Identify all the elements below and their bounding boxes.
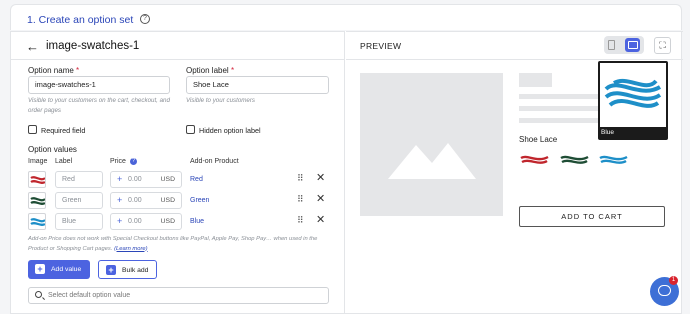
value-label-input[interactable]: Green <box>55 192 103 209</box>
currency: USD <box>160 197 175 204</box>
add-to-cart-button[interactable]: ADD TO CART <box>519 206 665 227</box>
plus-icon: + <box>117 195 123 205</box>
preview-option-label: Shoe Lace <box>519 135 558 144</box>
hidden-option-label-label: Hidden option label <box>199 126 261 135</box>
price-value: 0.00 <box>128 197 142 204</box>
value-label-input[interactable]: Red <box>55 171 103 188</box>
price-input[interactable]: + 0.00 USD <box>110 171 182 188</box>
fullscreen-icon[interactable]: ⛶ <box>654 37 671 54</box>
required-field-label: Required field <box>41 126 86 135</box>
device-toggle <box>604 36 644 54</box>
learn-more-link[interactable]: (Learn more) <box>114 246 148 252</box>
plus-icon: + <box>35 264 45 274</box>
swatch-tooltip: Blue <box>598 61 668 140</box>
page: 1. Create an option set ? ← image-swatch… <box>0 0 690 314</box>
col-price: Price <box>110 158 126 165</box>
price-value: 0.00 <box>128 176 142 183</box>
image-icon <box>388 143 476 179</box>
editor-panel: ← image-swatches-1 Option name * image-s… <box>11 31 345 314</box>
editor-header: ← image-swatches-1 <box>11 31 344 60</box>
mobile-icon[interactable] <box>608 40 615 50</box>
addon-product-link[interactable]: Red <box>190 176 203 183</box>
text-skeleton <box>519 106 598 111</box>
default-value-select[interactable]: Select default option value <box>28 287 329 304</box>
swatch-tooltip-label: Blue <box>601 129 615 136</box>
currency: USD <box>160 218 175 225</box>
chat-icon <box>658 285 671 296</box>
drag-handle-icon[interactable]: ⠿ <box>297 173 304 184</box>
green-lace-thumbnail[interactable] <box>28 192 46 209</box>
drag-handle-icon[interactable]: ⠿ <box>297 215 304 226</box>
text-skeleton <box>519 118 598 123</box>
option-set-name: image-swatches-1 <box>46 40 140 52</box>
default-value-placeholder: Select default option value <box>48 292 131 299</box>
swatch-red[interactable] <box>519 151 550 168</box>
section-title: 1. Create an option set <box>27 14 134 26</box>
price-input[interactable]: + 0.00 USD <box>110 192 182 209</box>
text-skeleton <box>519 94 598 99</box>
swatch-blue[interactable] <box>598 151 629 168</box>
addon-product-link[interactable]: Green <box>190 197 209 204</box>
section-header: 1. Create an option set ? <box>10 4 682 30</box>
option-label-hint: Visible to your customers <box>186 97 256 104</box>
option-values-title: Option values <box>28 145 77 154</box>
red-lace-thumbnail[interactable] <box>28 171 46 188</box>
title-skeleton <box>519 73 552 87</box>
col-image: Image <box>28 158 48 165</box>
hidden-option-label-checkbox[interactable] <box>186 125 195 134</box>
option-set-card: ← image-swatches-1 Option name * image-s… <box>10 31 683 314</box>
option-name-label: Option name * <box>28 66 80 75</box>
bulk-add-label: Bulk add <box>122 267 149 274</box>
addon-product-link[interactable]: Blue <box>190 218 204 225</box>
swatch-green[interactable] <box>559 151 590 168</box>
price-value: 0.00 <box>128 218 142 225</box>
option-name-input[interactable]: image-swatches-1 <box>28 76 170 94</box>
product-image-placeholder <box>360 73 503 216</box>
value-label-input[interactable]: Blue <box>55 213 103 230</box>
currency: USD <box>160 176 175 183</box>
preview-title: PREVIEW <box>360 41 402 51</box>
add-value-label: Add value <box>51 266 82 273</box>
option-label-input[interactable]: Shoe Lace <box>186 76 329 94</box>
col-label: Label <box>55 158 73 165</box>
option-name-hint: Visible to your customers on the cart, c… <box>28 97 170 114</box>
addon-price-note: Add-on Price does not work with Special … <box>28 236 318 252</box>
blue-lace-thumbnail[interactable] <box>28 213 46 230</box>
col-addon: Add-on Product <box>190 158 239 165</box>
price-help-icon[interactable]: ? <box>130 158 137 165</box>
add-value-button[interactable]: + Add value <box>28 260 90 279</box>
arrow-left-icon[interactable]: ← <box>26 39 39 54</box>
drag-handle-icon[interactable]: ⠿ <box>297 194 304 205</box>
close-icon[interactable]: ✕ <box>316 213 325 226</box>
preview-panel: PREVIEW ⛶ Shoe Lace ADD TO CART Blue <box>346 31 683 314</box>
desktop-icon[interactable] <box>625 38 640 52</box>
option-label-label: Option label * <box>186 66 235 75</box>
required-field-checkbox[interactable] <box>28 125 37 134</box>
close-icon[interactable]: ✕ <box>316 171 325 184</box>
plus-icon: + <box>117 216 123 226</box>
help-icon[interactable]: ? <box>140 14 150 24</box>
price-input[interactable]: + 0.00 USD <box>110 213 182 230</box>
plus-icon: + <box>106 265 116 275</box>
plus-icon: + <box>117 174 123 184</box>
bulk-add-button[interactable]: + Bulk add <box>98 260 157 279</box>
close-icon[interactable]: ✕ <box>316 192 325 205</box>
preview-header: PREVIEW ⛶ <box>346 31 683 60</box>
chat-badge: 1 <box>669 276 678 285</box>
swatch-tooltip-image <box>600 63 666 127</box>
search-icon <box>35 291 42 298</box>
